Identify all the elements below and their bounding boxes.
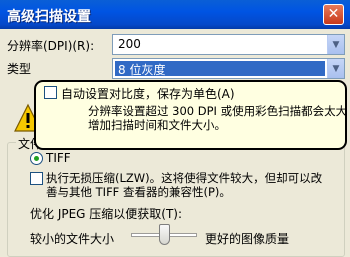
- lzw-label-line2: 善与其他 TIFF 查看器的兼容性(P)。: [46, 185, 231, 199]
- jpeg-max-label: 更好的图像质量: [205, 232, 290, 246]
- resolution-label: 分辨率(DPI)(R):: [7, 39, 95, 53]
- tiff-label: TIFF: [46, 151, 71, 165]
- jpeg-quality-slider-thumb[interactable]: [158, 224, 170, 245]
- tiff-radio[interactable]: [30, 152, 43, 165]
- jpeg-min-label: 较小的文件大小: [30, 232, 115, 246]
- type-label: 类型: [7, 62, 32, 76]
- type-selection-highlight: 8 位灰度: [115, 61, 325, 77]
- resolution-select[interactable]: 200 ▼: [112, 34, 345, 55]
- type-select[interactable]: 8 位灰度 ▼: [112, 58, 345, 79]
- chevron-down-icon[interactable]: ▼: [327, 35, 344, 54]
- radio-selected-dot: [34, 156, 39, 161]
- close-icon: ✕: [327, 6, 340, 22]
- lzw-checkbox[interactable]: [30, 172, 43, 185]
- auto-contrast-checkbox[interactable]: [44, 86, 57, 99]
- window-title: 高级扫描设置: [7, 9, 91, 25]
- resolution-value: 200: [118, 37, 141, 51]
- chevron-down-icon[interactable]: ▼: [327, 59, 344, 78]
- type-value: 8 位灰度: [118, 63, 166, 77]
- auto-contrast-label: 自动设置对比度，保存为单色(A): [61, 87, 235, 101]
- jpeg-label: 优化 JPEG 压缩以便获取(T):: [30, 207, 183, 221]
- close-button[interactable]: ✕: [323, 4, 344, 25]
- tooltip-message-line2: 增加扫描时间和文件大小。: [88, 118, 226, 132]
